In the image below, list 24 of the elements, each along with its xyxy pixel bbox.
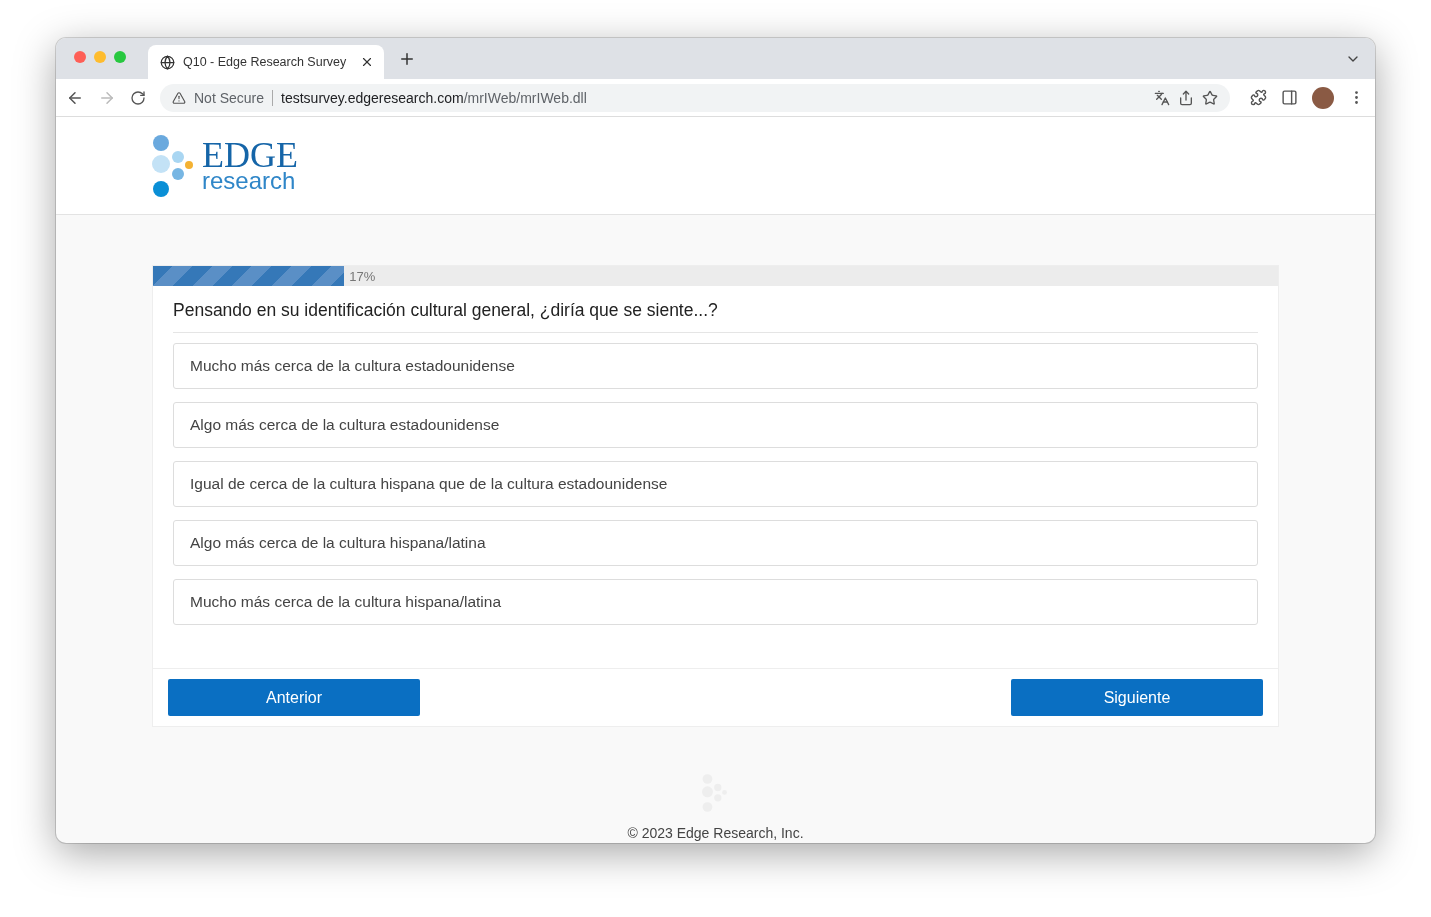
answer-option[interactable]: Mucho más cerca de la cultura hispana/latina <box>173 579 1258 625</box>
share-icon[interactable] <box>1178 89 1194 106</box>
question-text: Pensando en su identificación cultural general, ¿diría que se siente...? <box>173 286 1258 333</box>
answer-option[interactable]: Mucho más cerca de la cultura estadounidense <box>173 343 1258 389</box>
answer-option[interactable]: Igual de cerca de la cultura hispana que de la cultura estadounidense <box>173 461 1258 507</box>
avatar[interactable] <box>1312 86 1334 109</box>
progress-percent: 17% <box>349 268 376 284</box>
previous-button[interactable]: Anterior <box>168 679 420 716</box>
translate-icon[interactable] <box>1154 89 1170 106</box>
reload-icon[interactable] <box>130 89 146 106</box>
browser-tab[interactable]: Q10 - Edge Research Survey <box>148 45 384 79</box>
warning-icon <box>172 90 186 105</box>
logo-wordmark: EDGE <box>202 140 298 171</box>
close-icon[interactable] <box>360 55 374 69</box>
answer-option[interactable]: Algo más cerca de la cultura estadounidense <box>173 402 1258 448</box>
copyright-text: © 2023 Edge Research, Inc. <box>627 825 804 841</box>
star-icon[interactable] <box>1202 89 1218 106</box>
logo-subtitle: research <box>202 170 296 191</box>
puzzle-icon[interactable] <box>1250 89 1267 106</box>
side-panel-icon[interactable] <box>1281 89 1298 106</box>
next-button[interactable]: Siguiente <box>1011 679 1263 716</box>
address-bar[interactable]: Not Secure testsurvey.edgeresearch.com/mrIWeb/mrIWeb.dll <box>160 83 1230 112</box>
globe-icon <box>160 54 175 70</box>
answer-option[interactable]: Algo más cerca de la cultura hispana/latina <box>173 520 1258 566</box>
